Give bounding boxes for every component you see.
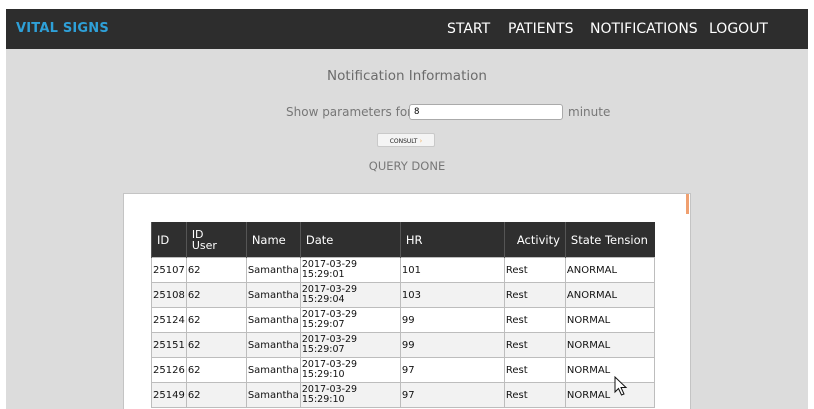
cell-state: NORMAL	[564, 332, 656, 358]
cell-date: 2017-03-29 15:29:04	[299, 282, 401, 308]
cell-name: Samantha	[245, 332, 301, 358]
cell-activity: Rest	[503, 332, 566, 358]
minutes-input[interactable]	[409, 104, 563, 120]
cell-date-time: 15:29:01	[301, 269, 345, 280]
notifications-table: ID ID User Name Date HR Activity State Te…	[151, 222, 656, 408]
cell-name: Samantha	[245, 257, 301, 283]
cell-state: ANORMAL	[564, 257, 656, 283]
brand-logo-text[interactable]: VITAL SIGNS	[16, 9, 109, 49]
cell-date-time: 15:29:04	[301, 294, 345, 305]
cell-id: 25107	[151, 257, 187, 283]
cell-name: Samantha	[245, 307, 301, 333]
cell-date: 2017-03-29 15:29:07	[299, 332, 401, 358]
arrow-right-icon: ›	[419, 137, 423, 145]
cell-hr: 99	[399, 307, 505, 333]
cell-name: Samantha	[245, 382, 301, 408]
cell-state: NORMAL	[564, 382, 656, 408]
col-activity: Activity	[503, 222, 566, 258]
nav-start[interactable]: START	[447, 9, 490, 49]
col-id-user-line2: User	[191, 238, 217, 252]
cell-date: 2017-03-29 15:29:10	[299, 357, 401, 383]
mouse-pointer-icon	[614, 376, 628, 396]
cell-id: 25149	[151, 382, 187, 408]
cell-activity: Rest	[503, 257, 566, 283]
cell-user: 62	[185, 382, 247, 408]
query-status: QUERY DONE	[368, 159, 446, 173]
table-row: 25107 62 Samantha 2017-03-29 15:29:01 101…	[151, 257, 656, 283]
cell-hr: 103	[399, 282, 505, 308]
top-navbar: VITAL SIGNS START PATIENTS NOTIFICATIONS…	[6, 9, 808, 49]
cell-activity: Rest	[503, 357, 566, 383]
cell-date: 2017-03-29 15:29:01	[299, 257, 401, 283]
table-header-row: ID ID User Name Date HR Activity State Te…	[151, 222, 655, 258]
cell-name: Samantha	[245, 357, 301, 383]
cell-name: Samantha	[245, 282, 301, 308]
parameters-label: Show parameters for:	[286, 105, 416, 119]
col-id: ID	[151, 222, 187, 258]
cell-user: 62	[185, 332, 247, 358]
table-row: 25108 62 Samantha 2017-03-29 15:29:04 103…	[151, 282, 656, 308]
cell-id: 25124	[151, 307, 187, 333]
cell-date: 2017-03-29 15:29:10	[299, 382, 401, 408]
cell-activity: Rest	[503, 307, 566, 333]
cell-user: 62	[185, 357, 247, 383]
cell-activity: Rest	[503, 282, 566, 308]
cell-user: 62	[185, 257, 247, 283]
col-date: Date	[299, 222, 401, 258]
cell-date-time: 15:29:10	[301, 369, 345, 380]
cell-date: 2017-03-29 15:29:07	[299, 307, 401, 333]
cell-date-time: 15:29:10	[301, 394, 345, 405]
table-row: 25151 62 Samantha 2017-03-29 15:29:07 99 …	[151, 332, 656, 358]
table-row: 25124 62 Samantha 2017-03-29 15:29:07 99 …	[151, 307, 656, 333]
cell-activity: Rest	[503, 382, 566, 408]
cell-id: 25151	[151, 332, 187, 358]
cell-id: 25108	[151, 282, 187, 308]
page-title: Notification Information	[327, 68, 487, 84]
cell-hr: 99	[399, 332, 505, 358]
cell-state: ANORMAL	[564, 282, 656, 308]
cell-hr: 101	[399, 257, 505, 283]
nav-logout[interactable]: LOGOUT	[709, 9, 768, 49]
cell-date-time: 15:29:07	[301, 319, 345, 330]
consult-button-label: CONSULT	[389, 138, 418, 145]
cell-user: 62	[185, 282, 247, 308]
nav-notifications[interactable]: NOTIFICATIONS	[590, 9, 698, 49]
cell-id: 25126	[151, 357, 187, 383]
col-state-tension: State Tension	[564, 222, 655, 258]
table-row: 25149 62 Samantha 2017-03-29 15:29:10 97 …	[151, 382, 656, 408]
col-hr: HR	[399, 222, 505, 258]
cell-state: NORMAL	[564, 307, 656, 333]
cell-date-time: 15:29:07	[301, 344, 345, 355]
cell-user: 62	[185, 307, 247, 333]
cell-hr: 97	[399, 382, 505, 408]
app-window: VITAL SIGNS START PATIENTS NOTIFICATIONS…	[6, 9, 808, 409]
consult-button[interactable]: CONSULT ›	[377, 133, 435, 147]
cell-hr: 97	[399, 357, 505, 383]
col-id-user: ID User	[185, 222, 247, 258]
minutes-unit-label: minute	[568, 105, 611, 119]
panel-scroll-indicator[interactable]	[686, 194, 689, 214]
col-name: Name	[245, 222, 301, 258]
table-row: 25126 62 Samantha 2017-03-29 15:29:10 97 …	[151, 357, 656, 383]
cell-state: NORMAL	[564, 357, 656, 383]
nav-patients[interactable]: PATIENTS	[508, 9, 573, 49]
